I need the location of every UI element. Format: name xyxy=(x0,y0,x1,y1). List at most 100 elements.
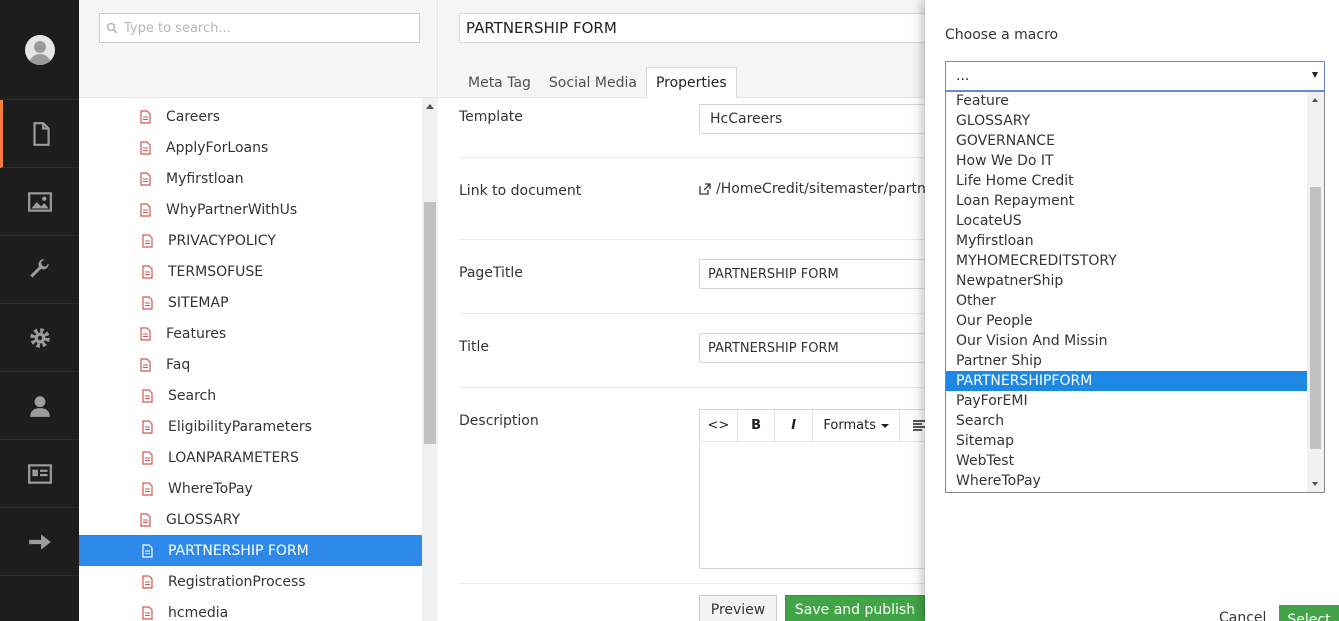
left-navigation xyxy=(0,0,79,621)
scrollbar-thumb[interactable] xyxy=(1310,187,1321,449)
macro-option[interactable]: Sitemap xyxy=(946,431,1308,451)
search-icon xyxy=(106,22,118,34)
editor-header: Meta Tag Social Media Properties xyxy=(439,0,939,98)
tree-item[interactable]: RegistrationProcess xyxy=(79,566,422,597)
tree-item-label: GLOSSARY xyxy=(166,511,241,528)
scroll-down-arrow-icon[interactable] xyxy=(1312,482,1318,486)
macro-option[interactable]: NewpatnerShip xyxy=(946,271,1308,291)
macro-option[interactable]: LocateUS xyxy=(946,211,1308,231)
macro-option[interactable]: How We Do IT xyxy=(946,151,1308,171)
rich-text-editor[interactable]: <> B I Formats xyxy=(699,409,939,569)
macro-options-scrollbar[interactable] xyxy=(1307,92,1324,492)
macro-option[interactable]: WebTest xyxy=(946,451,1308,471)
tree-search-box[interactable] xyxy=(99,13,420,43)
italic-button[interactable]: I xyxy=(775,409,814,442)
tree-item[interactable]: SITEMAP xyxy=(79,287,422,318)
pagetitle-field[interactable] xyxy=(699,259,939,289)
macro-select[interactable]: ... xyxy=(945,61,1325,91)
tree-item[interactable]: Faq xyxy=(79,349,422,380)
tree-item-label: Search xyxy=(168,387,217,404)
formats-dropdown[interactable]: Formats xyxy=(813,409,901,442)
nav-media[interactable] xyxy=(0,168,79,236)
search-input[interactable] xyxy=(124,20,404,36)
wrench-icon xyxy=(29,258,49,278)
tree-item[interactable]: Search xyxy=(79,380,422,411)
title-label: Title xyxy=(459,339,490,355)
tree-item[interactable]: Careers xyxy=(79,101,422,132)
tree-item[interactable]: GLOSSARY xyxy=(79,504,422,535)
tab-social-media[interactable]: Social Media xyxy=(540,67,646,98)
macro-option[interactable]: WhereToPay xyxy=(946,471,1308,491)
link-label: Link to document xyxy=(459,183,582,199)
tree-item[interactable]: PRIVACYPOLICY xyxy=(79,225,422,256)
select-button[interactable]: Select xyxy=(1279,605,1339,621)
preview-button[interactable]: Preview xyxy=(699,595,777,621)
macro-option[interactable]: Feature xyxy=(946,92,1308,111)
avatar[interactable] xyxy=(24,34,55,65)
macro-option[interactable]: Loan Repayment xyxy=(946,191,1308,211)
macro-option[interactable]: Life Home Credit xyxy=(946,171,1308,191)
save-and-publish-button[interactable]: Save and publish xyxy=(785,595,925,621)
macro-option[interactable]: Myfirstloan xyxy=(946,231,1308,251)
tree-item[interactable]: Myfirstloan xyxy=(79,163,422,194)
tree-item-label: Myfirstloan xyxy=(166,170,244,187)
title-field[interactable] xyxy=(699,333,939,363)
pagetitle-label: PageTitle xyxy=(459,265,523,281)
tree-item-label: PRIVACYPOLICY xyxy=(168,232,276,249)
tree-item-label: LOANPARAMETERS xyxy=(168,449,299,466)
document-icon xyxy=(142,450,153,465)
macro-option[interactable]: GOVERNANCE xyxy=(946,131,1308,151)
template-field[interactable] xyxy=(699,104,939,134)
document-icon xyxy=(33,121,50,146)
macro-option[interactable]: Our People xyxy=(946,311,1308,331)
macro-options: Feature GLOSSARY GOVERNANCE How We Do IT Lif… xyxy=(946,92,1308,491)
nav-forms[interactable] xyxy=(0,508,79,576)
tree-item[interactable]: LOANPARAMETERS xyxy=(79,442,422,473)
node-name-input[interactable] xyxy=(459,13,939,43)
macro-option[interactable]: Partner Ship xyxy=(946,351,1308,371)
tree-item[interactable]: WhyPartnerWithUs xyxy=(79,194,422,225)
nav-developer[interactable] xyxy=(0,304,79,372)
macro-option[interactable]: PayForEMI xyxy=(946,391,1308,411)
cancel-button[interactable]: Cancel xyxy=(1219,610,1266,621)
macro-option[interactable]: PARTNERSHIPFORM xyxy=(946,371,1308,391)
document-icon xyxy=(140,326,151,341)
tree-item-label: Features xyxy=(166,325,227,342)
arrow-right-icon xyxy=(28,533,51,550)
tree-item[interactable]: PARTNERSHIP FORM xyxy=(79,535,422,566)
tab-meta-tag[interactable]: Meta Tag xyxy=(459,67,540,98)
tree-item[interactable]: EligibilityParameters xyxy=(79,411,422,442)
tree-item[interactable]: TERMSOFUSE xyxy=(79,256,422,287)
macro-option[interactable]: Our Vision And Missin xyxy=(946,331,1308,351)
tree-item[interactable]: Features xyxy=(79,318,422,349)
document-icon xyxy=(142,295,153,310)
document-link[interactable]: /HomeCredit/sitemaster/partne xyxy=(699,181,934,197)
scroll-up-arrow-icon[interactable] xyxy=(1312,98,1318,102)
tree-item[interactable]: hcmedia xyxy=(79,597,422,621)
tree-item-label: ApplyForLoans xyxy=(166,139,269,156)
code-button[interactable]: <> xyxy=(700,409,738,442)
scrollbar-thumb[interactable] xyxy=(424,202,436,444)
macro-select-value: ... xyxy=(956,68,970,84)
formats-label: Formats xyxy=(823,418,876,433)
tab-properties[interactable]: Properties xyxy=(645,67,737,98)
macro-option[interactable]: MYHOMECREDITSTORY xyxy=(946,251,1308,271)
macro-options-list: Feature GLOSSARY GOVERNANCE How We Do IT Lif… xyxy=(945,91,1325,493)
macro-picker-title: Choose a macro xyxy=(945,27,1059,43)
scroll-up-arrow-icon[interactable] xyxy=(426,104,434,109)
macro-option[interactable]: Search xyxy=(946,411,1308,431)
macro-option[interactable]: GLOSSARY xyxy=(946,111,1308,131)
tree-item[interactable]: WhereToPay xyxy=(79,473,422,504)
nav-users[interactable] xyxy=(0,372,79,440)
bold-button[interactable]: B xyxy=(738,409,776,442)
tree-item[interactable]: ApplyForLoans xyxy=(79,132,422,163)
tree-item-label: hcmedia xyxy=(168,604,229,621)
id-card-icon xyxy=(27,463,52,484)
nav-settings[interactable] xyxy=(0,236,79,304)
document-icon xyxy=(142,419,153,434)
nav-content[interactable] xyxy=(0,100,79,168)
nav-members[interactable] xyxy=(0,440,79,508)
macro-option[interactable]: Other xyxy=(946,291,1308,311)
user-icon xyxy=(29,395,50,417)
tree-scrollbar[interactable] xyxy=(422,98,438,621)
